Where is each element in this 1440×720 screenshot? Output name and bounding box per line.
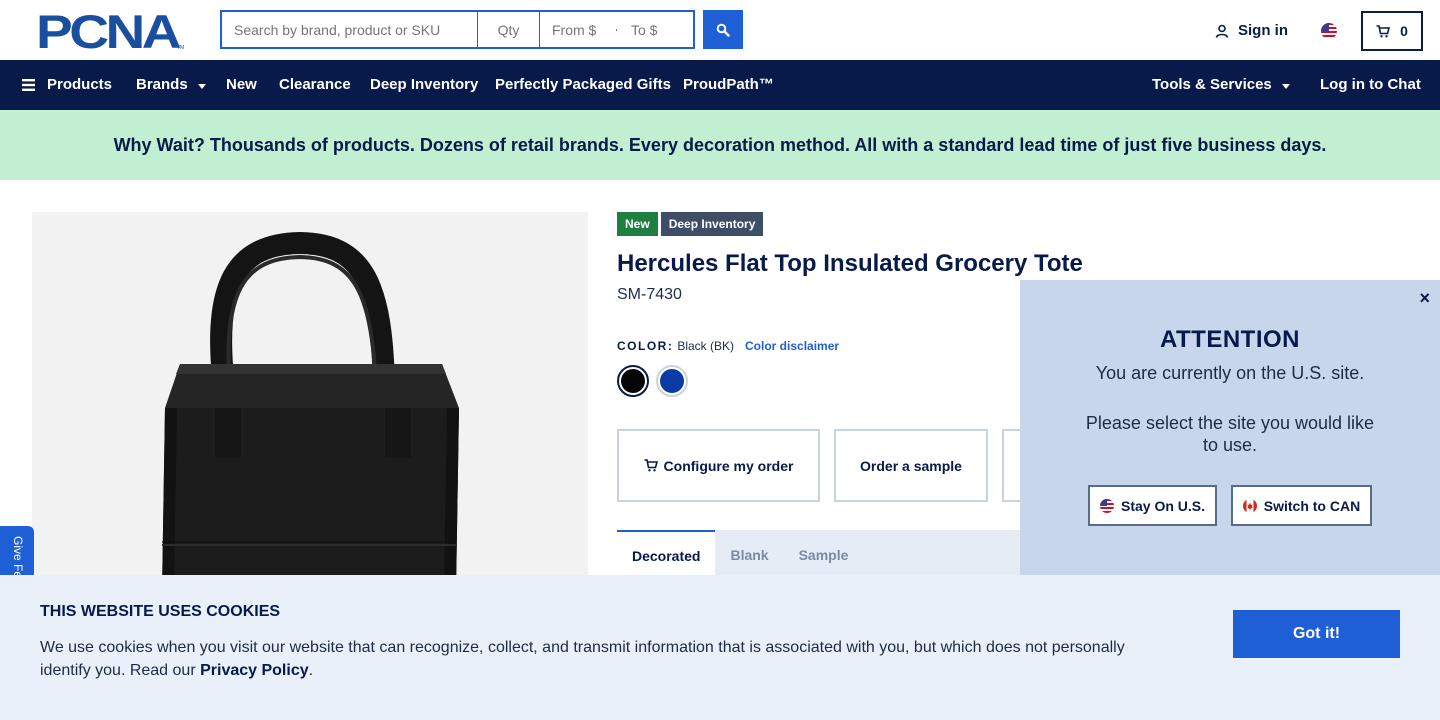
switch-to-can-button[interactable]: Switch to CAN [1231, 485, 1372, 526]
pcna-logo[interactable]: PCNA TM [36, 12, 184, 50]
swatch-royal-blue-fill [660, 369, 684, 393]
us-flag-icon[interactable] [1321, 23, 1337, 39]
popup-instruction: Please select the site you would like to… [1085, 413, 1375, 455]
product-sku: SM-7430 [617, 286, 682, 303]
close-icon[interactable]: × [1419, 288, 1430, 309]
stay-on-us-button[interactable]: Stay On U.S. [1088, 485, 1217, 526]
nav-clearance[interactable]: Clearance [279, 76, 351, 93]
chevron-down-icon [1281, 83, 1290, 89]
cookie-text: We use cookies when you visit our websit… [40, 636, 1150, 682]
nav-gifts-label: Perfectly Packaged Gifts [495, 76, 671, 93]
price-range [540, 10, 695, 49]
nav-new-label: New [226, 76, 257, 93]
nav-new[interactable]: New [226, 76, 257, 93]
nav-products[interactable]: Products [22, 76, 112, 93]
chevron-down-icon [197, 83, 206, 89]
nav-tools-label: Tools & Services [1152, 76, 1272, 93]
nav-chat[interactable]: Log in to Chat [1320, 76, 1421, 93]
privacy-policy-link[interactable]: Privacy Policy [200, 662, 309, 679]
swatch-black-fill [621, 369, 645, 393]
price-to-input[interactable] [631, 21, 681, 38]
tote-bag-image [162, 231, 459, 592]
search-button[interactable] [703, 10, 743, 49]
product-title: Hercules Flat Top Insulated Grocery Tote [617, 250, 1083, 277]
user-icon [1215, 24, 1229, 38]
nav-deep-inventory[interactable]: Deep Inventory [370, 76, 478, 93]
popup-current-site: You are currently on the U.S. site. [1095, 363, 1365, 383]
swatch-royal-blue[interactable] [656, 365, 688, 397]
nav-brands[interactable]: Brands [136, 76, 206, 93]
popup-title: ATTENTION [1159, 326, 1301, 353]
nav-clearance-label: Clearance [279, 76, 351, 93]
tab-sample[interactable]: Sample [784, 530, 864, 580]
nav-products-label: Products [47, 76, 113, 93]
cart-icon [644, 459, 658, 472]
search-icon [716, 23, 730, 37]
order-sample-button[interactable]: Order a sample [834, 429, 988, 502]
hamburger-icon [22, 78, 35, 91]
nav-proudpath[interactable]: ProudPath™ [683, 76, 774, 93]
color-disclaimer-link[interactable]: Color disclaimer [745, 339, 839, 353]
svg-text:TM: TM [177, 45, 184, 50]
cookie-banner: THIS WEBSITE USES COOKIES We use cookies… [0, 575, 1440, 720]
nav-brands-label: Brands [136, 76, 188, 93]
qty-input[interactable] [478, 10, 540, 49]
color-row: COLOR: Black (BK) Color disclaimer [617, 339, 839, 353]
price-range-dash [616, 28, 617, 31]
cart-icon [1376, 24, 1391, 37]
canada-flag-icon [1242, 498, 1257, 513]
product-badges: New Deep Inventory [617, 212, 764, 236]
tab-blank[interactable]: Blank [715, 530, 783, 580]
tab-decorated[interactable]: Decorated [617, 530, 716, 580]
search-input[interactable] [220, 10, 478, 49]
site-header: PCNA TM Sign in 0 [0, 0, 1440, 60]
product-image[interactable] [32, 212, 588, 592]
nav-tools[interactable]: Tools & Services [1152, 76, 1290, 93]
main-nav: Products Brands New Clearance Deep Inven… [0, 60, 1440, 110]
accept-cookies-button[interactable]: Got it! [1233, 610, 1400, 658]
promo-banner: Why Wait? Thousands of products. Dozens … [0, 110, 1440, 180]
order-sample-label: Order a sample [860, 457, 962, 474]
color-value: Black (BK) [677, 339, 735, 353]
configure-order-label: Configure my order [663, 457, 794, 474]
promo-banner-text: Why Wait? Thousands of products. Dozens … [113, 134, 1327, 155]
site-selector-popup: × ATTENTION You are currently on the U.S… [1020, 280, 1440, 575]
sign-in-label: Sign in [1238, 22, 1288, 39]
switch-to-can-label: Switch to CAN [1263, 497, 1361, 514]
price-from-input[interactable] [552, 21, 602, 38]
nav-deep-inventory-label: Deep Inventory [370, 76, 479, 93]
cart-count: 0 [1400, 23, 1408, 39]
nav-gifts[interactable]: Perfectly Packaged Gifts [495, 76, 671, 93]
cookie-period: . [308, 662, 314, 679]
stay-on-us-label: Stay On U.S. [1120, 497, 1206, 514]
us-flag-icon [1099, 498, 1114, 513]
cookie-title: THIS WEBSITE USES COOKIES [40, 603, 281, 620]
badge-deep-inventory: Deep Inventory [660, 212, 764, 236]
swatch-black[interactable] [617, 365, 649, 397]
color-label: COLOR: [617, 339, 674, 353]
search-bar [220, 10, 695, 49]
configure-order-button[interactable]: Configure my order [617, 429, 820, 502]
badge-new: New [617, 212, 658, 236]
nav-chat-label: Log in to Chat [1320, 76, 1421, 93]
svg-text:PCNA: PCNA [36, 12, 180, 50]
nav-proudpath-label: ProudPath™ [683, 76, 774, 93]
sign-in-link[interactable]: Sign in [1215, 22, 1288, 39]
cart-button[interactable]: 0 [1361, 11, 1423, 51]
